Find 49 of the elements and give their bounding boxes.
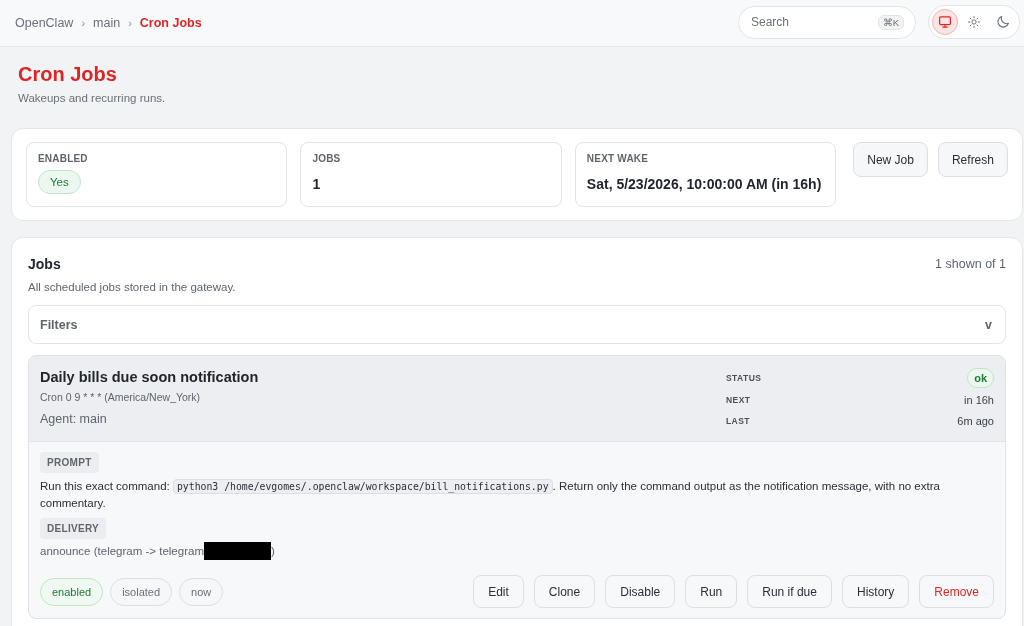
job-agent: Agent: main: [40, 411, 107, 427]
breadcrumb-link[interactable]: main: [93, 16, 121, 30]
filters-toggle[interactable]: Filters v: [28, 305, 1006, 344]
job-schedule: Cron 0 9 * * * (America/New_York): [40, 391, 201, 403]
meta-label: NEXT: [726, 394, 752, 405]
page-title: Cron Jobs: [18, 62, 118, 87]
job-action-button[interactable]: History: [841, 575, 910, 608]
stat-value: 1: [312, 175, 321, 193]
stat-value: Sat, 5/23/2026, 10:00:00 AM (in 16h): [586, 175, 822, 193]
status-badge: ok: [967, 368, 994, 388]
job-action-button[interactable]: Run if due: [747, 575, 832, 608]
meta-label: STATUS: [726, 373, 762, 383]
moon-icon: [997, 15, 1009, 28]
job-title: Daily bills due soon notification: [40, 368, 259, 386]
status-badge: Yes: [38, 170, 81, 194]
meta-label: LAST: [726, 415, 751, 426]
stat-label: ENABLED: [38, 153, 88, 165]
job-action-button[interactable]: Clone: [533, 575, 596, 608]
breadcrumb-link[interactable]: Cron Jobs: [139, 16, 202, 30]
breadcrumb-separator: ›: [128, 17, 132, 29]
sun-icon: [968, 15, 980, 28]
page-subtitle: Wakeups and recurring runs.: [18, 91, 167, 105]
job-action-button[interactable]: Disable: [605, 575, 676, 608]
delivery-text: ): [270, 544, 275, 559]
monitor-theme-button[interactable]: [932, 8, 958, 35]
action-button[interactable]: New Job: [853, 142, 928, 177]
tag: now: [179, 577, 224, 606]
breadcrumb-link[interactable]: OpenClaw: [15, 16, 74, 30]
job-action-button[interactable]: Edit: [473, 575, 524, 608]
filters-caret: v: [985, 317, 992, 332]
tag: enabled: [40, 577, 104, 606]
panel-title: Jobs: [28, 255, 61, 274]
meta-value: 6m ago: [957, 414, 994, 427]
filters-label: Filters: [40, 317, 78, 332]
monitor-icon: [939, 15, 951, 28]
panel-subtitle: All scheduled jobs stored in the gateway.: [28, 280, 237, 294]
delivery-text: announce (telegram -> telegram: [40, 544, 204, 559]
breadcrumb-separator: ›: [81, 17, 86, 29]
job-count: 1 shown of 1: [935, 257, 1006, 271]
job-action-button[interactable]: Remove: [919, 575, 994, 608]
section-label: DELIVERY: [40, 518, 107, 539]
section-label: PROMPT: [40, 452, 99, 473]
job-action-button[interactable]: Run: [685, 575, 738, 608]
stat-label: NEXT WAKE: [586, 153, 649, 165]
stat-label: JOBS: [312, 153, 341, 165]
prompt-text: Run this exact command: python3 /home/evgomes/.openclaw/workspace/bill_notifications.py . Return only the command output as the notification message, with no extra commentary.: [40, 478, 941, 511]
meta-value: in 16h: [964, 393, 994, 406]
tag: isolated: [110, 577, 173, 606]
action-button[interactable]: Refresh: [937, 142, 1008, 177]
